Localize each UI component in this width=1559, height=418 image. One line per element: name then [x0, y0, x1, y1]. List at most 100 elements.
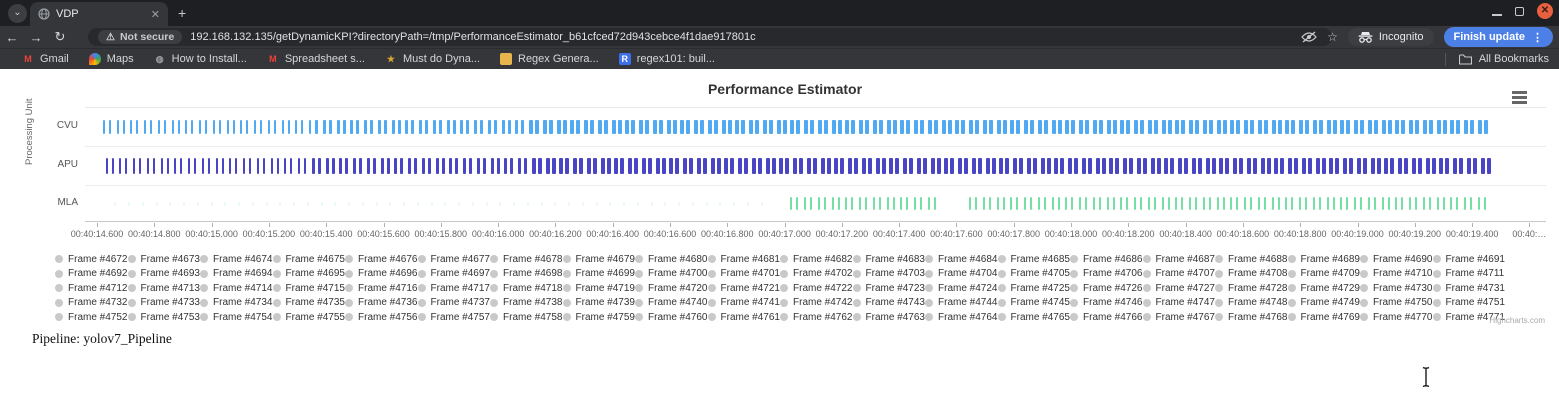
legend-item[interactable]: Frame #4696 — [345, 268, 418, 280]
legend-item[interactable]: Frame #4727 — [1143, 282, 1216, 294]
maximize-icon[interactable] — [1515, 7, 1524, 16]
legend-item[interactable]: Frame #4689 — [1288, 253, 1361, 265]
legend-item[interactable]: Frame #4752 — [55, 311, 128, 323]
legend-item[interactable]: Frame #4726 — [1070, 282, 1143, 294]
address-bar[interactable]: ⚠ Not secure 192.168.132.135/getDynamicK… — [88, 28, 1332, 46]
new-tab-button[interactable]: + — [178, 5, 186, 21]
bookmark-item[interactable]: Rregex101: buil... — [611, 52, 723, 66]
minimize-icon[interactable] — [1492, 14, 1502, 16]
legend-item[interactable]: Frame #4705 — [998, 268, 1071, 280]
legend-item[interactable]: Frame #4718 — [490, 282, 563, 294]
legend-item[interactable]: Frame #4770 — [1360, 311, 1433, 323]
legend-item[interactable]: Frame #4684 — [925, 253, 998, 265]
bookmark-star-icon[interactable]: ☆ — [1327, 30, 1338, 44]
legend-item[interactable]: Frame #4686 — [1070, 253, 1143, 265]
legend-item[interactable]: Frame #4747 — [1143, 297, 1216, 309]
legend-item[interactable]: Frame #4697 — [418, 268, 491, 280]
legend-item[interactable]: Frame #4735 — [273, 297, 346, 309]
forward-icon[interactable]: → — [24, 30, 48, 45]
bookmark-item[interactable]: Maps — [81, 52, 142, 66]
legend-item[interactable]: Frame #4751 — [1433, 297, 1506, 309]
legend-item[interactable]: Frame #4692 — [55, 268, 128, 280]
legend-item[interactable]: Frame #4714 — [200, 282, 273, 294]
legend-item[interactable]: Frame #4687 — [1143, 253, 1216, 265]
chart-context-menu-icon[interactable] — [1512, 91, 1527, 104]
bookmark-item[interactable]: Regex Genera... — [492, 52, 607, 66]
tab-vdp[interactable]: VDP ✕ — [30, 2, 168, 26]
legend-item[interactable]: Frame #4732 — [55, 297, 128, 309]
legend-item[interactable]: Frame #4720 — [635, 282, 708, 294]
legend-item[interactable]: Frame #4700 — [635, 268, 708, 280]
legend-item[interactable]: Frame #4763 — [853, 311, 926, 323]
legend-item[interactable]: Frame #4744 — [925, 297, 998, 309]
legend-item[interactable]: Frame #4766 — [1070, 311, 1143, 323]
legend-item[interactable]: Frame #4758 — [490, 311, 563, 323]
legend-item[interactable]: Frame #4740 — [635, 297, 708, 309]
legend-item[interactable]: Frame #4681 — [708, 253, 781, 265]
legend-item[interactable]: Frame #4707 — [1143, 268, 1216, 280]
legend-item[interactable]: Frame #4675 — [273, 253, 346, 265]
legend-item[interactable]: Frame #4679 — [563, 253, 636, 265]
legend-item[interactable]: Frame #4699 — [563, 268, 636, 280]
legend-item[interactable]: Frame #4761 — [708, 311, 781, 323]
legend-item[interactable]: Frame #4760 — [635, 311, 708, 323]
legend-item[interactable]: Frame #4723 — [853, 282, 926, 294]
legend-item[interactable]: Frame #4722 — [780, 282, 853, 294]
kebab-menu-icon[interactable]: ⋮ — [1532, 31, 1543, 44]
legend-item[interactable]: Frame #4682 — [780, 253, 853, 265]
legend-item[interactable]: Frame #4759 — [563, 311, 636, 323]
legend-item[interactable]: Frame #4725 — [998, 282, 1071, 294]
legend-item[interactable]: Frame #4704 — [925, 268, 998, 280]
legend-item[interactable]: Frame #4733 — [128, 297, 201, 309]
legend-item[interactable]: Frame #4706 — [1070, 268, 1143, 280]
legend-item[interactable]: Frame #4676 — [345, 253, 418, 265]
legend-item[interactable]: Frame #4762 — [780, 311, 853, 323]
legend-item[interactable]: Frame #4709 — [1288, 268, 1361, 280]
legend-item[interactable]: Frame #4713 — [128, 282, 201, 294]
legend-item[interactable]: Frame #4743 — [853, 297, 926, 309]
legend-item[interactable]: Frame #4702 — [780, 268, 853, 280]
legend-item[interactable]: Frame #4674 — [200, 253, 273, 265]
legend-item[interactable]: Frame #4768 — [1215, 311, 1288, 323]
bookmark-item[interactable]: ◍How to Install... — [146, 52, 255, 66]
bookmark-item[interactable]: MSpreadsheet s... — [259, 52, 373, 66]
finish-update-button[interactable]: Finish update ⋮ — [1444, 27, 1554, 47]
legend-item[interactable]: Frame #4712 — [55, 282, 128, 294]
legend-item[interactable]: Frame #4746 — [1070, 297, 1143, 309]
legend-item[interactable]: Frame #4698 — [490, 268, 563, 280]
tab-search-button[interactable]: ⌄ — [8, 4, 27, 23]
legend-item[interactable]: Frame #4730 — [1360, 282, 1433, 294]
legend-item[interactable]: Frame #4677 — [418, 253, 491, 265]
legend-item[interactable]: Frame #4688 — [1215, 253, 1288, 265]
legend-item[interactable]: Frame #4736 — [345, 297, 418, 309]
legend-item[interactable]: Frame #4750 — [1360, 297, 1433, 309]
legend-item[interactable]: Frame #4717 — [418, 282, 491, 294]
legend-item[interactable]: Frame #4742 — [780, 297, 853, 309]
legend-item[interactable]: Frame #4693 — [128, 268, 201, 280]
legend-item[interactable]: Frame #4715 — [273, 282, 346, 294]
legend-item[interactable]: Frame #4724 — [925, 282, 998, 294]
bookmark-item[interactable]: ★Must do Dyna... — [377, 52, 488, 66]
legend-item[interactable]: Frame #4673 — [128, 253, 201, 265]
legend-item[interactable]: Frame #4749 — [1288, 297, 1361, 309]
legend-item[interactable]: Frame #4745 — [998, 297, 1071, 309]
all-bookmarks[interactable]: All Bookmarks — [1445, 53, 1549, 66]
legend-item[interactable]: Frame #4767 — [1143, 311, 1216, 323]
tab-close-icon[interactable]: ✕ — [151, 8, 160, 21]
legend-item[interactable]: Frame #4755 — [273, 311, 346, 323]
legend-item[interactable]: Frame #4695 — [273, 268, 346, 280]
legend-item[interactable]: Frame #4680 — [635, 253, 708, 265]
legend-item[interactable]: Frame #4765 — [998, 311, 1071, 323]
legend-item[interactable]: Frame #4754 — [200, 311, 273, 323]
legend-item[interactable]: Frame #4703 — [853, 268, 926, 280]
legend-item[interactable]: Frame #4685 — [998, 253, 1071, 265]
legend-item[interactable]: Frame #4769 — [1288, 311, 1361, 323]
legend-item[interactable]: Frame #4753 — [128, 311, 201, 323]
legend-item[interactable]: Frame #4757 — [418, 311, 491, 323]
reload-icon[interactable]: ↻ — [48, 29, 72, 45]
plot-area[interactable] — [85, 107, 1546, 222]
eye-off-icon[interactable] — [1301, 31, 1317, 43]
legend-item[interactable]: Frame #4734 — [200, 297, 273, 309]
legend-item[interactable]: Frame #4756 — [345, 311, 418, 323]
legend-item[interactable]: Frame #4738 — [490, 297, 563, 309]
